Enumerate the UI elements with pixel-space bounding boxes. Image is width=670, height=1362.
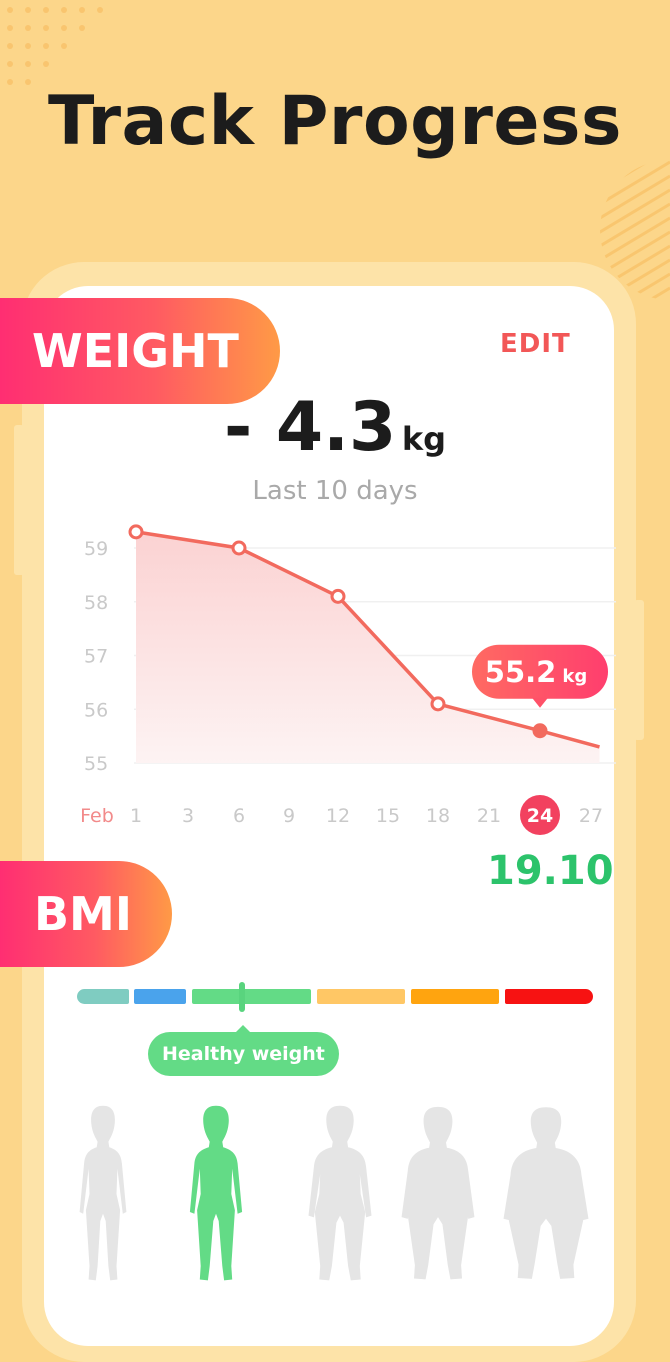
selected-data-point[interactable] xyxy=(532,723,548,739)
x-tick-label[interactable]: 9 xyxy=(283,805,295,827)
bmi-scale-segment xyxy=(317,989,405,1004)
bmi-scale-segment xyxy=(134,989,186,1004)
obese-body-icon xyxy=(401,1106,475,1280)
y-tick-label: 57 xyxy=(84,646,108,668)
tooltip-unit: kg xyxy=(562,666,587,687)
data-point[interactable] xyxy=(128,524,144,540)
x-tick-label[interactable]: 18 xyxy=(426,805,450,827)
x-tick-label[interactable]: 1 xyxy=(130,805,142,827)
extremely-obese-body-icon xyxy=(503,1107,589,1279)
overweight-body-icon xyxy=(308,1105,372,1281)
bmi-scale-segment xyxy=(411,989,499,1004)
x-tick-label[interactable]: 21 xyxy=(477,805,501,827)
y-tick-label: 56 xyxy=(84,699,108,721)
underweight-body-icon xyxy=(79,1105,127,1281)
x-tick-label[interactable]: 12 xyxy=(326,805,350,827)
data-point[interactable] xyxy=(430,696,446,712)
bmi-value: 19.10 xyxy=(487,848,614,894)
bmi-scale-segment xyxy=(192,989,311,1004)
x-tick-label[interactable]: 6 xyxy=(233,805,245,827)
x-tick-label[interactable]: 27 xyxy=(579,805,603,827)
data-point[interactable] xyxy=(330,588,346,604)
month-label: Feb xyxy=(80,805,114,827)
healthy-body-icon xyxy=(189,1105,243,1281)
weight-chart[interactable]: 5958575655 Feb 1 3 6 9 12 15 18 21 24 27 55.2 kg xyxy=(0,0,670,860)
data-point[interactable] xyxy=(231,540,247,556)
bmi-marker xyxy=(239,982,245,1012)
x-tick-label[interactable]: 3 xyxy=(182,805,194,827)
x-tick-label[interactable]: 15 xyxy=(376,805,400,827)
y-tick-label: 55 xyxy=(84,753,108,775)
y-tick-label: 58 xyxy=(84,592,108,614)
y-tick-label: 59 xyxy=(84,538,108,560)
bmi-scale-segment xyxy=(77,989,129,1004)
bmi-section-label: BMI xyxy=(0,861,172,967)
value-tooltip-arrow xyxy=(532,697,548,708)
bmi-category-badge: Healthy weight xyxy=(148,1032,339,1076)
x-tick-label-selected[interactable]: 24 xyxy=(527,805,553,827)
bmi-scale-segment xyxy=(505,989,593,1004)
